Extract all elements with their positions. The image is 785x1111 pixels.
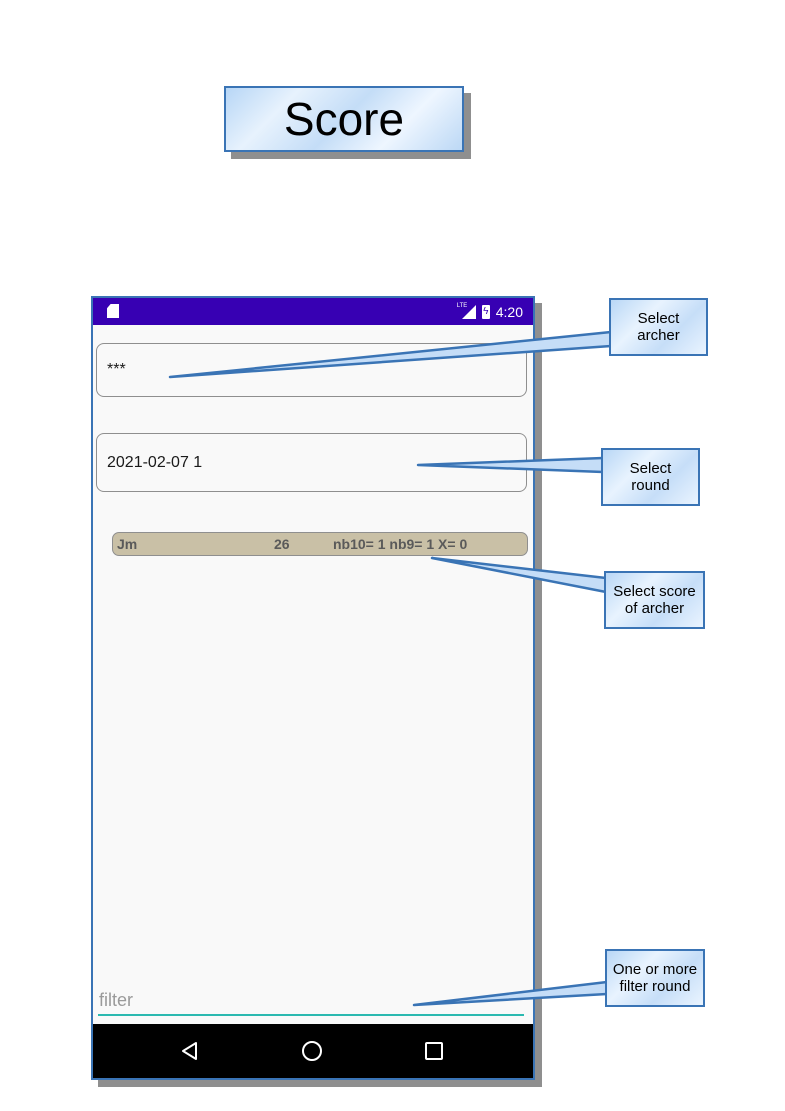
callout-select-score: Select score of archer	[604, 571, 705, 629]
callout-line: filter round	[619, 978, 691, 995]
archer-callout-pointer	[168, 330, 613, 379]
score-callout-pointer	[430, 556, 608, 594]
callout-line: One or more	[612, 961, 698, 978]
callout-line: Select	[637, 310, 680, 327]
callout-select-round: Select round	[601, 448, 700, 506]
callout-line: archer	[637, 327, 680, 344]
callout-filter-round: One or more filter round	[605, 949, 705, 1007]
filter-callout-pointer	[412, 980, 609, 1007]
callout-pointers	[168, 330, 613, 1007]
callout-line: round	[631, 477, 670, 494]
callout-line: of archer	[624, 600, 685, 617]
callout-select-archer: Select archer	[609, 298, 708, 356]
round-callout-pointer	[416, 456, 605, 474]
callout-line: Select	[629, 460, 672, 477]
callout-line: Select score	[613, 583, 696, 600]
